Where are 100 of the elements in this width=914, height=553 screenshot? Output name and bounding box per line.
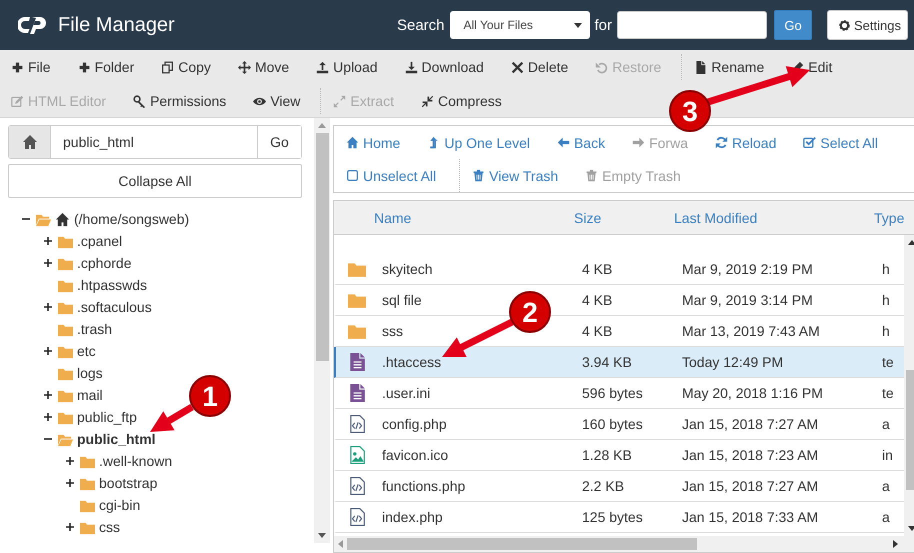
- move-icon: [238, 60, 251, 74]
- file-row[interactable]: .user.ini 596 bytes May 20, 2018 1:16 PM te: [334, 378, 904, 409]
- nav-link[interactable]: Reload: [715, 134, 776, 150]
- compress-icon: [420, 94, 434, 108]
- tree-item[interactable]: logs: [77, 365, 103, 381]
- expand-icon[interactable]: [44, 259, 52, 267]
- table-cell: .htaccess: [382, 354, 442, 370]
- expand-icon[interactable]: [66, 479, 74, 487]
- scrollbar[interactable]: [334, 536, 914, 552]
- tree-item[interactable]: mail: [77, 387, 103, 403]
- nav-link[interactable]: Back: [556, 134, 606, 150]
- scrollbar-thumb[interactable]: [316, 133, 328, 361]
- table-cell-text: 4 KB: [582, 261, 614, 277]
- table-cell-text: 4 KB: [582, 292, 614, 308]
- nav-link[interactable]: View Trash: [459, 159, 558, 192]
- toolbar-button[interactable]: Folder: [70, 54, 142, 80]
- tree-item[interactable]: public_ftp: [77, 409, 137, 425]
- tree-item[interactable]: (/home/songsweb): [74, 211, 190, 227]
- search-label: Search: [396, 16, 444, 34]
- arrow: [442, 318, 514, 357]
- settings-button[interactable]: Settings: [827, 10, 908, 40]
- file-row[interactable]: config.php 160 bytes Jan 15, 2018 7:27 AM a: [334, 409, 904, 440]
- file-row[interactable]: .htaccess 3.94 KB Today 12:49 PM te: [334, 347, 904, 378]
- nav-link[interactable]: Home: [346, 134, 400, 150]
- expand-icon[interactable]: [44, 303, 52, 311]
- toolbar-button[interactable]: Compress: [414, 88, 510, 114]
- table-cell-text: 1.28 KB: [582, 447, 633, 463]
- down-arrow-icon[interactable]: [318, 533, 326, 538]
- tree-item[interactable]: cgi-bin: [99, 497, 140, 513]
- table-cell: sss: [382, 323, 403, 339]
- collapse-all-button[interactable]: Collapse All: [8, 164, 302, 198]
- right-arrow-icon[interactable]: [893, 540, 898, 548]
- tree-item[interactable]: etc: [77, 343, 96, 359]
- table-cell-text: Today 12:49 PM: [682, 354, 784, 370]
- table-cell-text: a: [882, 478, 891, 494]
- toolbar-button[interactable]: File: [4, 54, 59, 80]
- toolbar-button[interactable]: View: [246, 88, 308, 114]
- collapse-icon[interactable]: [22, 215, 30, 223]
- tree-item[interactable]: .cphorde: [77, 255, 132, 271]
- file-row[interactable]: index.php 125 bytes Jan 15, 2018 7:33 AM a: [334, 502, 904, 533]
- toolbar-button[interactable]: Download: [398, 54, 492, 80]
- scrollbar[interactable]: [314, 118, 330, 543]
- go-button[interactable]: Go: [774, 10, 812, 40]
- text-file-icon: [348, 384, 366, 402]
- file-row[interactable]: functions.php 2.2 KB Jan 15, 2018 7:27 AM a: [334, 471, 904, 502]
- search-field[interactable]: [617, 11, 768, 39]
- toolbar-button[interactable]: Delete: [504, 54, 576, 80]
- column-header[interactable]: Size: [574, 210, 674, 226]
- trash-icon: [585, 169, 598, 182]
- down-arrow-icon[interactable]: [908, 526, 914, 531]
- scope-dropdown[interactable]: All Your Files: [450, 11, 590, 39]
- collapse-icon[interactable]: [44, 435, 52, 443]
- up-arrow-icon[interactable]: [908, 240, 914, 245]
- expand-icon[interactable]: [66, 457, 74, 465]
- expand-icon[interactable]: [44, 391, 52, 399]
- right-arrow-icon: [632, 136, 646, 149]
- tree-item[interactable]: .htpasswds: [77, 277, 148, 293]
- table-cell-text: Jan 15, 2018 7:33 AM: [682, 509, 820, 525]
- settings-icon: [838, 18, 852, 32]
- expand-icon[interactable]: [66, 523, 74, 531]
- expand-icon[interactable]: [44, 347, 52, 355]
- tree-item[interactable]: css: [99, 519, 120, 535]
- arrow: [150, 404, 194, 432]
- nav-link[interactable]: Up One Level: [427, 134, 530, 150]
- plus-icon: [78, 60, 91, 74]
- expand-icon[interactable]: [44, 237, 52, 245]
- tree-item[interactable]: .trash: [77, 321, 112, 337]
- trash-icon: [472, 169, 486, 182]
- tree-item[interactable]: .well-known: [99, 453, 172, 469]
- table-cell-text: 125 bytes: [582, 509, 644, 525]
- edit-icon: [11, 94, 24, 108]
- scrollbar-thumb[interactable]: [347, 538, 697, 550]
- download-icon: [404, 60, 418, 74]
- toolbar-button[interactable]: Rename: [681, 54, 772, 80]
- table-cell-text: a: [882, 509, 891, 525]
- image-file-icon: [348, 446, 366, 464]
- tree-item[interactable]: .cpanel: [77, 233, 122, 249]
- column-header[interactable]: Last Modified: [674, 210, 874, 226]
- step-badge: 2: [509, 291, 551, 333]
- expand-icon[interactable]: [44, 413, 52, 421]
- toolbar-button[interactable]: Move: [230, 54, 298, 80]
- toolbar-button[interactable]: Copy: [154, 54, 219, 80]
- tree-item[interactable]: bootstrap: [99, 475, 158, 491]
- home-icon: [346, 136, 359, 149]
- nav-link[interactable]: Select All: [803, 134, 878, 150]
- undo-icon: [595, 60, 608, 74]
- table-cell-text: 3.94 KB: [582, 354, 633, 370]
- toolbar-button[interactable]: Upload: [309, 54, 386, 80]
- tree-item[interactable]: .softaculous: [77, 299, 152, 315]
- tree-item[interactable]: public_html: [77, 431, 156, 447]
- toolbar-button[interactable]: Permissions: [126, 88, 234, 114]
- column-header[interactable]: Type: [874, 210, 914, 226]
- column-header[interactable]: Name: [374, 210, 574, 226]
- copy-icon: [161, 60, 174, 74]
- table-cell-text: 2.2 KB: [582, 478, 626, 494]
- file-row[interactable]: favicon.ico 1.28 KB Jan 15, 2018 7:23 AM in: [334, 440, 904, 471]
- file-row[interactable]: skyitech 4 KB Mar 9, 2019 2:19 PM h: [334, 254, 904, 285]
- document-icon: [694, 60, 708, 74]
- checkbox-icon: [803, 136, 816, 149]
- nav-link[interactable]: Unselect All: [346, 168, 436, 184]
